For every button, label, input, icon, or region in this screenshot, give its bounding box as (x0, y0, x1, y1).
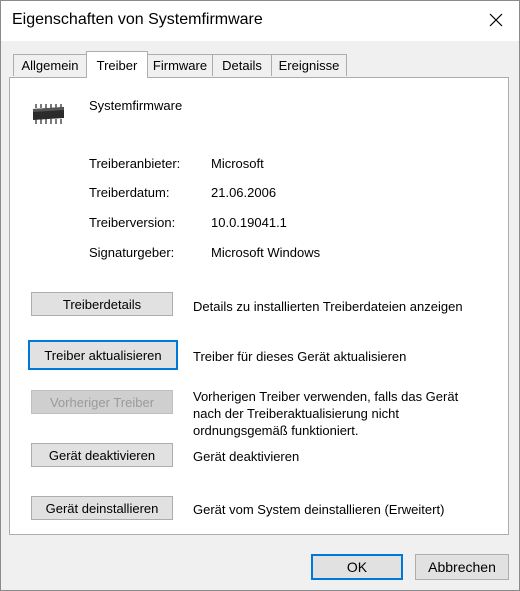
tab-ereignisse[interactable]: Ereignisse (271, 54, 347, 76)
disable-device-description: Gerät deaktivieren (193, 449, 300, 464)
window-title: Eigenschaften von Systemfirmware (12, 11, 263, 28)
roll-back-description-line: ordnungsgemäß funktioniert. (193, 423, 359, 438)
driver-date-label: Treiberdatum: (89, 185, 170, 200)
driver-version-label: Treiberversion: (89, 215, 176, 230)
uninstall-device-description: Gerät vom System deinstallieren (Erweite… (193, 502, 445, 517)
ok-button[interactable]: OK (311, 554, 403, 580)
close-icon (489, 13, 503, 27)
title-bar: Eigenschaften von Systemfirmware (1, 1, 519, 41)
tab-label: Allgemein (21, 58, 79, 73)
roll-back-description-line: nach der Treiberaktualisierung nicht (193, 406, 399, 421)
roll-back-description-line: Vorherigen Treiber verwenden, falls das … (193, 389, 459, 404)
tab-label: Details (222, 58, 262, 73)
disable-device-button[interactable]: Gerät deaktivieren (31, 443, 173, 467)
driver-details-button[interactable]: Treiberdetails (31, 292, 173, 316)
close-button[interactable] (473, 1, 519, 39)
driver-details-description: Details zu installierten Treiberdateien … (193, 299, 463, 314)
tab-label: Firmware (152, 58, 208, 73)
roll-back-driver-button: Vorheriger Treiber (31, 390, 173, 414)
properties-dialog: Eigenschaften von Systemfirmware Allgeme… (0, 0, 520, 591)
tab-allgemein[interactable]: Allgemein (13, 54, 87, 76)
tab-label: Treiber (96, 57, 138, 73)
driver-provider-value: Microsoft (211, 156, 264, 171)
driver-provider-label: Treiberanbieter: (89, 156, 181, 171)
chip-icon (33, 104, 64, 124)
driver-date-value: 21.06.2006 (211, 185, 277, 200)
update-driver-button[interactable]: Treiber aktualisieren (28, 340, 178, 370)
tab-firmware[interactable]: Firmware (147, 54, 213, 76)
digital-signer-value: Microsoft Windows (211, 245, 321, 260)
digital-signer-label: Signaturgeber: (89, 245, 175, 260)
cancel-button[interactable]: Abbrechen (415, 554, 509, 580)
tab-label: Ereignisse (278, 58, 340, 73)
uninstall-device-button[interactable]: Gerät deinstallieren (31, 496, 173, 520)
driver-version-value: 10.0.19041.1 (211, 215, 287, 230)
roll-back-driver-description: Vorherigen Treiber verwenden, falls das … (193, 388, 458, 439)
device-name: Systemfirmware (89, 98, 183, 113)
tab-treiber[interactable]: Treiber (86, 51, 148, 78)
tab-details[interactable]: Details (212, 54, 272, 76)
update-driver-description: Treiber für dieses Gerät aktualisieren (193, 349, 407, 364)
